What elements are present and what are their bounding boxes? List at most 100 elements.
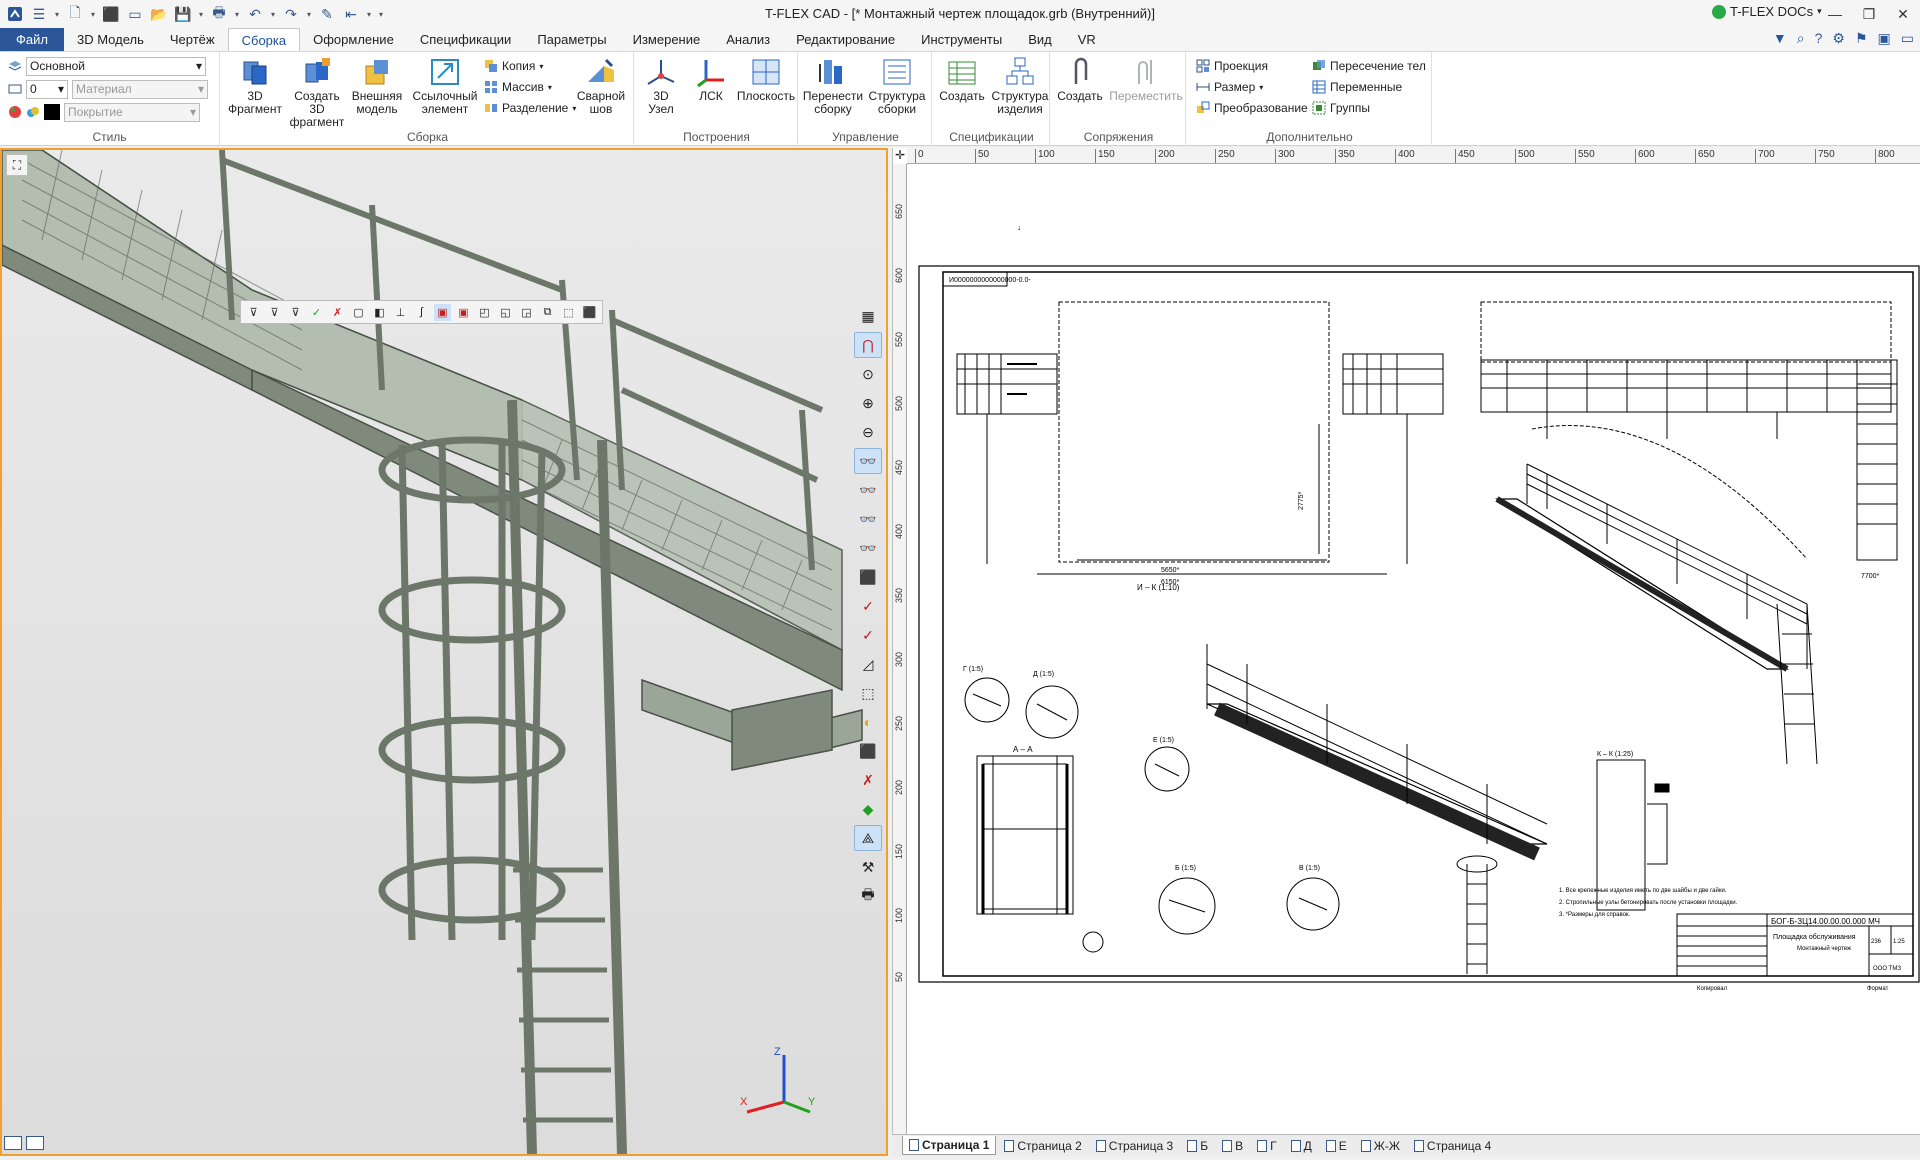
tab-drawing[interactable]: Чертёж [157,28,228,51]
array-button[interactable]: Массив ▾ [484,77,552,97]
wireframe-box-icon[interactable]: ⬚ [854,680,882,706]
glasses-view-icon[interactable]: 👓 [854,448,882,474]
section-plane-icon[interactable]: ◿ [854,651,882,677]
projection-button[interactable]: Проекция [1196,56,1268,76]
filter-edges-icon[interactable]: ⊽ [287,304,304,321]
move-mate-button[interactable]: Переместить [1108,56,1184,103]
select-sheet-icon[interactable]: ◱ [497,304,514,321]
dimension-button[interactable]: Размер ▾ [1196,77,1263,97]
copy-button[interactable]: Копия ▾ [484,56,543,76]
select-body-icon[interactable]: ▢ [350,304,367,321]
tab-assembly[interactable]: Сборка [227,28,301,51]
select-curve-icon[interactable]: ∫ [413,304,430,321]
select-wire-icon[interactable]: ◲ [518,304,535,321]
zoom-out-icon[interactable]: ⊖ [854,419,882,445]
plane-button[interactable]: Плоскость [736,56,796,103]
search-icon[interactable]: ⌕ [1797,30,1805,47]
model-tree-toggle-icon[interactable]: ⛶ [6,154,28,176]
page-tab[interactable]: Е [1320,1137,1353,1155]
page-tab[interactable]: Страница 1 [902,1136,997,1155]
tab-editing[interactable]: Редактирование [783,28,908,51]
chevron-down-icon[interactable]: ▾ [364,3,374,25]
glasses-edit-icon[interactable]: 👓 [854,506,882,532]
magnet-snap-icon[interactable]: ⋂ [854,332,882,358]
tab-formatting[interactable]: Оформление [300,28,407,51]
groups-button[interactable]: Группы [1312,98,1370,118]
select-operation-icon[interactable]: ▣ [455,304,472,321]
select-face-icon[interactable]: ◧ [371,304,388,321]
print-icon[interactable]: 🖶 [208,3,230,25]
render-mode-icon[interactable]: ◆ [854,796,882,822]
page-tab[interactable]: Ж-Ж [1355,1137,1406,1155]
3d-viewport[interactable]: Z X Y ⛶ ⊽ ⊽ ⊽ ✓ ✗ ▢ ◧ ⊥ ∫ ▣ ▣ ◰ ◱ ◲ ⧉ ⬚ … [0,148,888,1156]
2d-drawing-view[interactable]: 0 50 100 150 200 250 300 350 400 450 500 550 600 650 7… [892,148,1920,1134]
filter-icon[interactable]: ⊽ [245,304,262,321]
tab-tools[interactable]: Инструменты [908,28,1015,51]
product-structure-button[interactable]: Структура изделия [990,56,1050,116]
3d-fragment-button[interactable]: 3D Фрагмент [224,56,286,116]
variables-button[interactable]: Переменные [1312,77,1402,97]
select-fragment-icon[interactable]: ▣ [434,303,451,321]
page-tab[interactable]: Д [1285,1137,1318,1155]
select-axis-icon[interactable]: ⊥ [392,304,409,321]
help-icon[interactable]: ? [1815,30,1823,47]
edit-document-icon[interactable]: ✎ [316,3,338,25]
tools-view-icon[interactable]: ⚒ [854,854,882,880]
tab-analysis[interactable]: Анализ [713,28,783,51]
page-tab[interactable]: Страница 2 [998,1137,1087,1155]
shading-icon[interactable]: ◐ [854,709,882,735]
check-view-icon[interactable]: ✓ [854,593,882,619]
chevron-down-icon[interactable]: ▾ [52,3,62,25]
color-swatch[interactable] [44,104,60,120]
redo-icon[interactable]: ↷ [280,3,302,25]
gear-icon[interactable]: ⚙ [1832,30,1845,47]
new-document-icon[interactable]: 🗋 [64,3,86,25]
page-tab[interactable]: Страница 3 [1090,1137,1179,1155]
save-icon[interactable]: 💾 [172,3,194,25]
zoom-window-icon[interactable]: ⊕ [854,390,882,416]
window-icon[interactable]: ▭ [124,3,146,25]
tab-3d-model[interactable]: 3D Модель [64,28,157,51]
create-3d-fragment-button[interactable]: Создать 3D фрагмент [286,56,348,129]
glasses-hide-icon[interactable]: 👓 [854,477,882,503]
split-layout-icon[interactable] [4,1136,22,1150]
layer-select[interactable]: Основной ▾ [26,56,206,76]
select-all-icon[interactable]: ⬛ [581,304,598,321]
minimize-button[interactable]: — [1818,0,1852,28]
body-intersection-button[interactable]: Пересечение тел [1312,56,1426,76]
external-model-button[interactable]: Внешняя модель [346,56,408,116]
window-mode-icon[interactable]: ▭ [1901,30,1914,47]
check-multiple-icon[interactable]: ✓ [854,622,882,648]
flag-icon[interactable]: ⚑ [1855,30,1868,47]
layout-icon[interactable]: ▣ [1878,30,1891,47]
tab-specifications[interactable]: Спецификации [407,28,525,51]
page-tab[interactable]: Г [1251,1137,1283,1155]
chevron-down-icon[interactable]: ▾ [88,3,98,25]
page-tab[interactable]: Страница 4 [1408,1137,1497,1155]
assembly-structure-button[interactable]: Структура сборки [866,56,928,116]
page-tab[interactable]: Б [1181,1137,1214,1155]
print-view-icon[interactable]: 🖶 [854,883,882,909]
tab-file[interactable]: Файл [0,28,64,51]
rebuild-icon[interactable]: ⇤ [340,3,362,25]
tab-vr[interactable]: VR [1065,28,1109,51]
transform-button[interactable]: Преобразование [1196,98,1308,118]
filter-clear-icon[interactable]: ✗ [329,304,346,321]
select-assembly-icon[interactable]: ⬚ [560,304,577,321]
tab-measure[interactable]: Измерение [620,28,714,51]
create-mate-button[interactable]: Создать [1052,56,1108,103]
single-layout-icon[interactable] [26,1136,44,1150]
app-logo-icon[interactable] [4,3,26,25]
select-group-icon[interactable]: ⧉ [539,304,556,321]
hamburger-menu-icon[interactable]: ☰ [28,3,50,25]
customize-qat-icon[interactable]: ▾ [376,3,386,25]
chevron-down-icon[interactable]: ▾ [196,3,206,25]
3d-node-button[interactable]: 3D Узел [636,56,686,116]
close-button[interactable]: ✕ [1886,0,1920,28]
3d-cube-icon[interactable]: ⬛ [100,3,122,25]
yellow-cube-icon[interactable]: ⬛ [854,738,882,764]
open-folder-icon[interactable]: 📂 [148,3,170,25]
lcs-button[interactable]: ЛСК [686,56,736,103]
material-select[interactable]: Материал ▾ [72,79,208,99]
tab-view[interactable]: Вид [1015,28,1065,51]
